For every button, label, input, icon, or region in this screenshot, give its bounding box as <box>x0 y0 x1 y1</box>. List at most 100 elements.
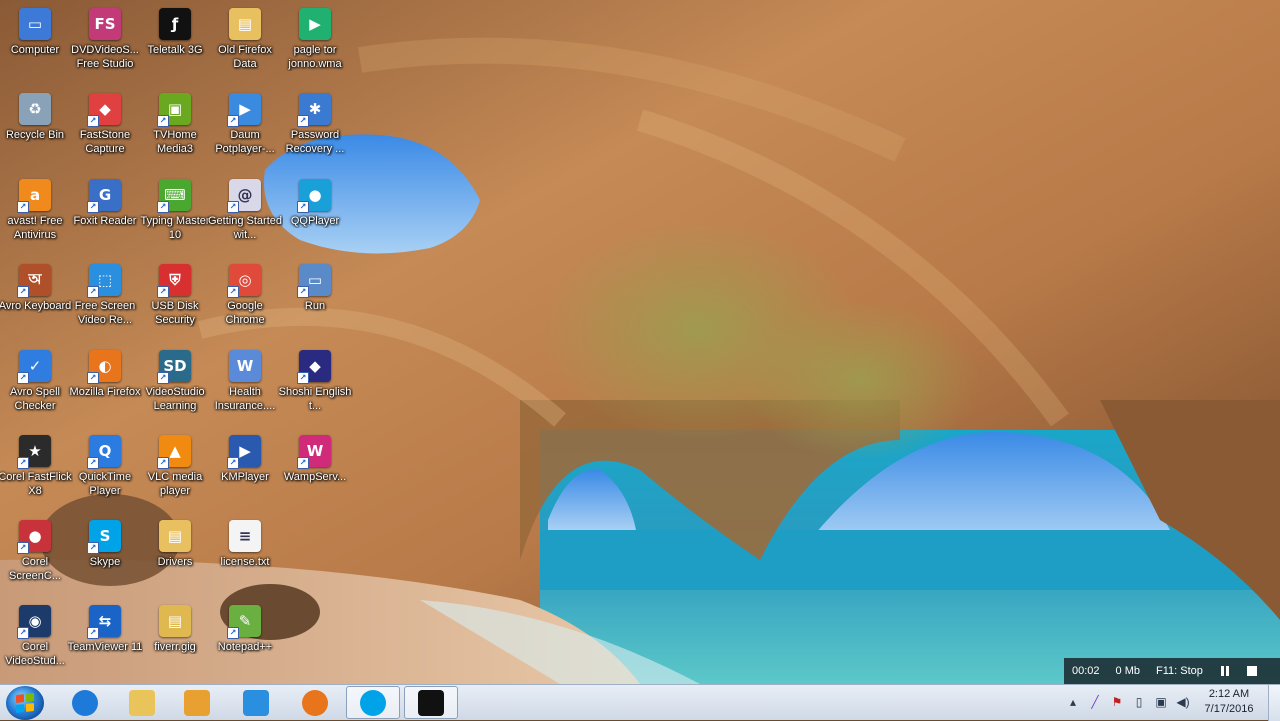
desktop-icon[interactable]: ▣ ↗ TVHome Media3 <box>140 89 210 173</box>
word-document-icon: W <box>229 350 261 382</box>
desktop-icon[interactable]: ◉ ↗ Corel VideoStud... <box>0 601 70 685</box>
shortcut-arrow-icon: ↗ <box>157 201 169 213</box>
desktop-icon-label: Foxit Reader <box>73 215 137 227</box>
desktop-icon-label: license.txt <box>220 556 270 568</box>
desktop-icon[interactable]: ▭ ↗ Run <box>280 260 350 344</box>
foxit-reader-icon: G ↗ <box>87 179 121 213</box>
pause-icon[interactable] <box>1220 666 1229 676</box>
desktop-icon[interactable]: ♻ Recycle Bin <box>0 89 70 173</box>
desktop-icon[interactable]: ✎ ↗ Notepad++ <box>210 601 280 685</box>
battery-icon[interactable]: ▯ <box>1132 695 1146 709</box>
clock[interactable]: 2:12 AM 7/17/2016 <box>1192 687 1266 717</box>
desktop-icon[interactable]: ◐ ↗ Mozilla Firefox <box>70 346 140 430</box>
shortcut-arrow-icon: ↗ <box>17 201 29 213</box>
desktop-icon[interactable]: ≡ license.txt <box>210 516 280 600</box>
shortcut-arrow-icon: ↗ <box>297 201 309 213</box>
desktop-icon[interactable]: ▶ ↗ Daum Potplayer-... <box>210 89 280 173</box>
shortcut-arrow-icon: ↗ <box>87 286 99 298</box>
videostudio-learning-icon: SD ↗ <box>157 350 191 384</box>
desktop-icon-label: DVDVideoS... Free Studio <box>71 44 139 70</box>
taskbar-button[interactable] <box>288 686 342 719</box>
desktop-icon-label: Corel ScreenC... <box>9 556 61 582</box>
desktop-icon[interactable]: ◆ ↗ FastStone Capture <box>70 89 140 173</box>
shortcut-arrow-icon: ↗ <box>87 457 99 469</box>
skype-icon <box>360 689 386 716</box>
taskbar-button[interactable] <box>58 686 112 719</box>
shortcut-arrow-icon: ↗ <box>87 115 99 127</box>
taskbar-button[interactable] <box>404 686 458 719</box>
start-button[interactable] <box>6 686 44 720</box>
typing-master-icon: ⌨ ↗ <box>157 179 191 213</box>
shortcut-arrow-icon: ↗ <box>87 201 99 213</box>
desktop-icon-label: Health Insurance.... <box>214 386 276 412</box>
usb-disk-security-icon: ⛨ ↗ <box>157 264 191 298</box>
desktop-icon[interactable]: ● ↗ QQPlayer <box>280 175 350 259</box>
desktop-icon-label: VideoStudio Learning <box>145 386 205 412</box>
volume-icon[interactable]: ◀) <box>1176 695 1190 709</box>
desktop-icon[interactable]: S ↗ Skype <box>70 516 140 600</box>
desktop-icon-label: pagle tor jonno.wma <box>288 44 342 70</box>
desktop-icon-label: KMPlayer <box>221 471 269 483</box>
desktop-icon[interactable]: ▤ fiverr.gig <box>140 601 210 685</box>
desktop-icon[interactable]: a ↗ avast! Free Antivirus <box>0 175 70 259</box>
desktop-icon-label: FastStone Capture <box>79 129 131 155</box>
desktop-icon[interactable]: ⇆ ↗ TeamViewer 11 <box>68 601 142 685</box>
shortcut-arrow-icon: ↗ <box>87 542 99 554</box>
desktop-icon[interactable]: ◆ ↗ Shoshi English t... <box>279 346 351 430</box>
desktop-icon-label: VLC media player <box>147 471 203 497</box>
taskbar: ▴ ╱ ⚑ ▯ ▣ ◀) 2:12 AM 7/17/2016 <box>0 684 1280 721</box>
folder-icon: ▤ <box>229 8 261 40</box>
desktop-icon[interactable]: ƒ Teletalk 3G <box>140 4 210 88</box>
desktop-icon[interactable]: ✱ ↗ Password Recovery ... <box>280 89 350 173</box>
recycle-bin-icon: ♻ <box>19 93 51 125</box>
file-explorer-icon <box>129 689 155 716</box>
desktop-icon[interactable]: @ ↗ Getting Started wit... <box>208 175 282 259</box>
desktop-icon[interactable]: FS DVDVideoS... Free Studio <box>70 4 140 88</box>
desktop-icon[interactable]: SD ↗ VideoStudio Learning <box>140 346 210 430</box>
shortcut-arrow-icon: ↗ <box>227 201 239 213</box>
taskbar-button[interactable] <box>115 686 169 719</box>
desktop-icon[interactable]: ▲ ↗ VLC media player <box>140 431 210 515</box>
desktop-icon-label: Google Chrome <box>225 300 265 326</box>
shortcut-arrow-icon: ↗ <box>17 286 29 298</box>
desktop-icon[interactable]: ● ↗ Corel ScreenC... <box>0 516 70 600</box>
desktop-icon[interactable]: ▶ ↗ KMPlayer <box>210 431 280 515</box>
shortcut-arrow-icon: ↗ <box>157 286 169 298</box>
taskbar-button[interactable] <box>170 686 224 719</box>
desktop-icon[interactable]: ⛨ ↗ USB Disk Security <box>140 260 210 344</box>
desktop-icon[interactable]: ◎ ↗ Google Chrome <box>210 260 280 344</box>
desktop-icon[interactable]: ▤ Drivers <box>140 516 210 600</box>
vlc-icon: ▲ ↗ <box>157 435 191 469</box>
desktop-icon[interactable]: Q ↗ QuickTime Player <box>70 431 140 515</box>
stop-icon[interactable] <box>1246 666 1257 676</box>
taskbar-button[interactable] <box>229 686 283 719</box>
stop-hotkey-hint: F11: Stop <box>1156 665 1203 677</box>
desktop-icon[interactable]: G ↗ Foxit Reader <box>70 175 140 259</box>
desktop-icon[interactable]: ▭ Computer <box>0 4 70 88</box>
wampserver-icon: W ↗ <box>297 435 331 469</box>
desktop-icon-label: Mozilla Firefox <box>69 386 141 398</box>
pen-icon[interactable]: ╱ <box>1088 695 1102 709</box>
desktop-icon-label: Notepad++ <box>217 641 273 653</box>
shoshi-english-icon: ◆ ↗ <box>297 350 331 384</box>
desktop-icon[interactable]: ⌨ ↗ Typing Master 10 <box>140 175 210 259</box>
show-desktop-button[interactable] <box>1268 685 1280 721</box>
desktop: ▭ Computer ♻ Recycle Bin a ↗ avast! Free Antiv… <box>0 0 1280 684</box>
desktop-icon[interactable]: ★ ↗ Corel FastFlick X8 <box>0 431 72 515</box>
desktop-icon-label: QQPlayer <box>290 215 340 227</box>
desktop-icon[interactable]: ▤ Old Firefox Data <box>210 4 280 88</box>
action-center-icon[interactable]: ⚑ <box>1110 695 1124 709</box>
network-icon[interactable]: ▣ <box>1154 695 1168 709</box>
desktop-icon[interactable]: W Health Insurance.... <box>210 346 280 430</box>
avro-keyboard-icon: অ ↗ <box>17 264 51 298</box>
show-hidden-icons-icon[interactable]: ▴ <box>1066 695 1080 709</box>
wma-file-icon: ▶ <box>299 8 331 40</box>
taskbar-button[interactable] <box>346 686 400 719</box>
desktop-icon[interactable]: W ↗ WampServ... <box>280 431 350 515</box>
flash-recorder-icon <box>418 689 444 716</box>
desktop-icon[interactable]: ✓ ↗ Avro Spell Checker <box>0 346 70 430</box>
desktop-icon[interactable]: অ ↗ Avro Keyboard <box>0 260 71 344</box>
desktop-icon[interactable]: ⬚ ↗ Free Screen Video Re... <box>70 260 140 344</box>
desktop-icon[interactable]: ▶ pagle tor jonno.wma <box>280 4 350 88</box>
shortcut-arrow-icon: ↗ <box>297 286 309 298</box>
